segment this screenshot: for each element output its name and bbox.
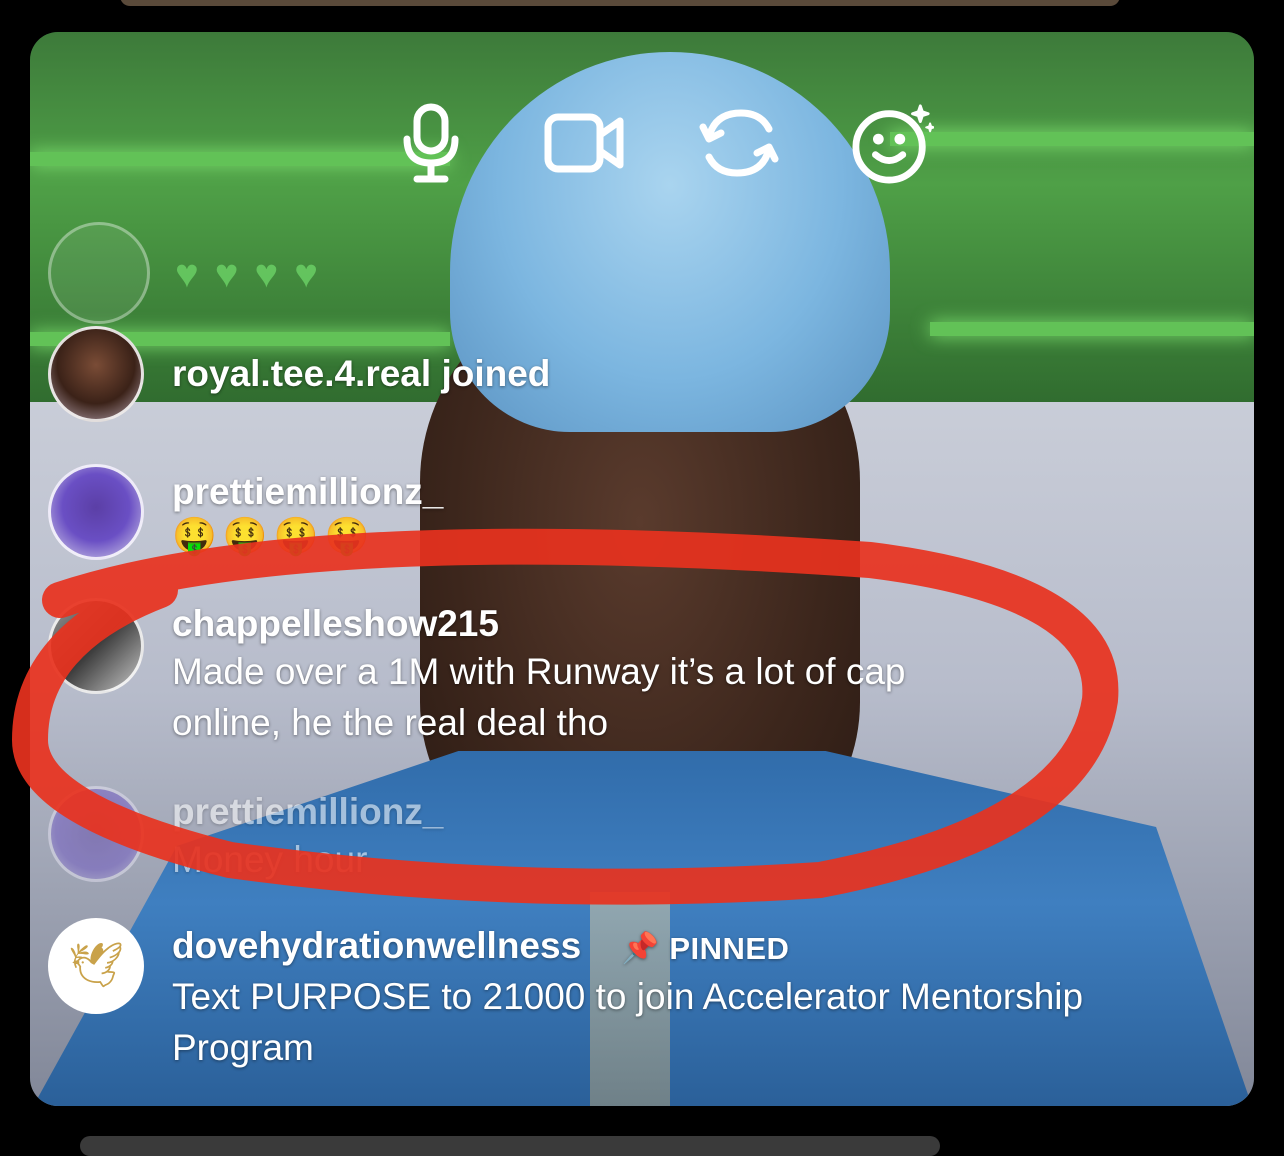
avatar[interactable]: [48, 598, 144, 694]
pinned-badge: 📌 PINNED: [621, 927, 789, 971]
comment-row: chappelleshow215 Made over a 1M with Run…: [48, 598, 906, 748]
comment-text-line: Made over a 1M with Runway it’s a lot of…: [172, 651, 906, 692]
avatar[interactable]: [48, 464, 144, 560]
bottom-edge: [80, 1136, 940, 1156]
avatar[interactable]: 🕊: [48, 918, 144, 1014]
comment-text-line: Program: [172, 1027, 314, 1068]
avatar[interactable]: [48, 326, 144, 422]
top-edge: [120, 0, 1120, 6]
comment-row: prettiemillionz_ Money hour: [48, 786, 443, 885]
pinned-comment: 🕊 dovehydrationwellness 📌 PINNED Text PU…: [48, 918, 1083, 1073]
comment-text-line: online, he the real deal tho: [172, 702, 609, 743]
avatar[interactable]: [48, 786, 144, 882]
comment-username[interactable]: prettiemillionz_: [172, 790, 443, 834]
join-notice: royal.tee.4.real joined: [172, 353, 551, 394]
comment-text: 🤑🤑🤑🤑: [172, 515, 376, 556]
comment-feed: royal.tee.4.real joined prettiemillionz_…: [30, 32, 1254, 1106]
dove-logo-icon: 🕊: [68, 941, 124, 990]
live-video-frame[interactable]: ♥ ♥ ♥ ♥ royal.tee.4.real joined prettiem…: [30, 32, 1254, 1106]
comment-username[interactable]: chappelleshow215: [172, 602, 906, 646]
pin-icon: 📌: [621, 932, 660, 965]
pinned-label: PINNED: [669, 931, 790, 966]
comment-username[interactable]: dovehydrationwellness: [172, 925, 581, 966]
comment-text-line: Text PURPOSE to 21000 to join Accelerato…: [172, 976, 1084, 1017]
comment-username[interactable]: prettiemillionz_: [172, 470, 443, 514]
comment-row: prettiemillionz_ 🤑🤑🤑🤑: [48, 464, 443, 560]
comment-text: Money hour: [172, 839, 368, 880]
comment-row: royal.tee.4.real joined: [48, 326, 550, 422]
